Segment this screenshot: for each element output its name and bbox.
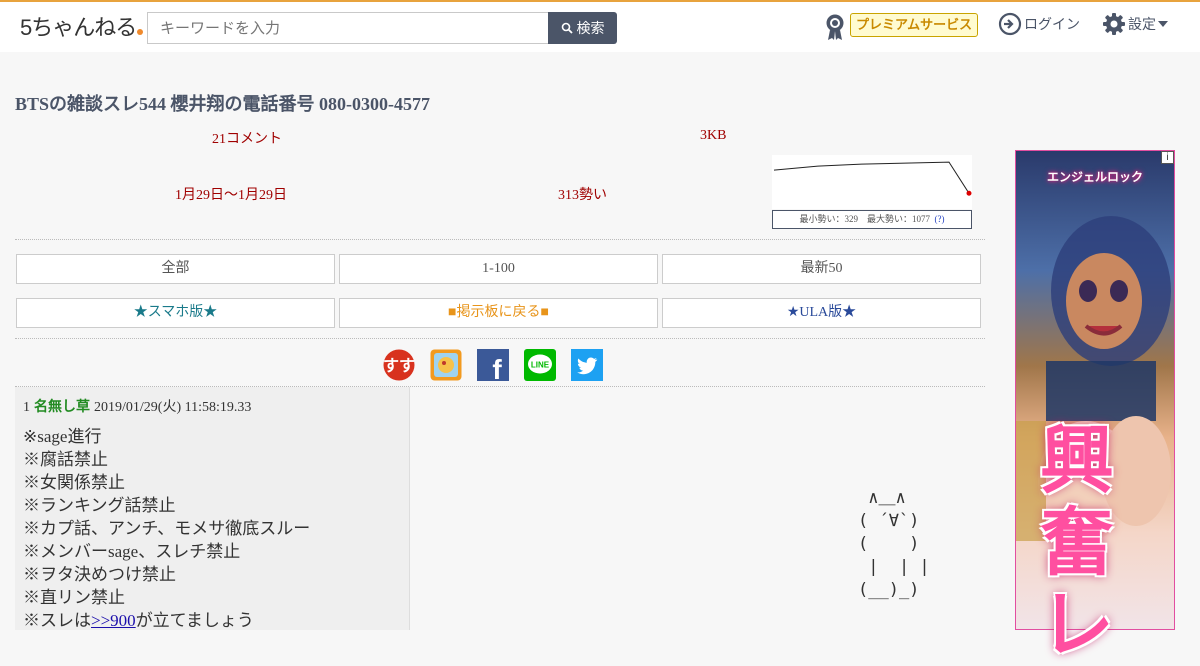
gear-icon (1103, 13, 1125, 35)
ad-headline: 興 奮 レ (1040, 419, 1114, 666)
ascii-art-cat: ∧＿∧ ( ´∀`) ( ) | | | (__)_) (858, 488, 930, 600)
post-line: ※カプ話、アンチ、モメサ徹底スルー (23, 519, 311, 538)
matome-icon[interactable]: すす (383, 349, 415, 381)
facebook-icon[interactable]: f (477, 349, 509, 381)
facebook-glyph: f (492, 354, 502, 381)
momentum-graph-endpoint (966, 190, 972, 196)
post-line: ※腐話禁止 (23, 450, 108, 469)
post-line: ※ヲタ決めつけ禁止 (23, 565, 176, 584)
line-icon[interactable]: LINE (524, 349, 556, 381)
comment-count: 21コメント (212, 132, 282, 147)
back-to-board-button[interactable]: ■掲示板に戻る■ (339, 298, 658, 328)
logo-dot (137, 29, 144, 35)
ad-brand-logo: エンジェルロック (1046, 170, 1143, 184)
post-header: 1 名無し草 2019/01/29(火) 11:58:19.33 (23, 396, 251, 416)
graph-max-label: 最大勢い：1077 (867, 214, 931, 224)
search-icon (561, 22, 573, 34)
logo-text: 5ちゃんねる (20, 15, 137, 40)
post-line: ※直リン禁止 (23, 588, 125, 607)
poster-name: 名無し草 (34, 400, 90, 415)
view-all-button[interactable]: 全部 (16, 254, 335, 284)
line-glyph: LINE (531, 361, 550, 370)
momentum-graph-caption: 最小勢い：329 最大勢い：1077 (?) (772, 210, 972, 229)
graph-help-link[interactable]: (?) (935, 214, 945, 224)
divider (15, 338, 985, 339)
reply-anchor-link[interactable]: >>900 (91, 611, 136, 630)
post-number[interactable]: 1 (23, 400, 30, 415)
thread-momentum: 313勢い (558, 188, 607, 203)
post-line-suffix: が立てましょう (135, 611, 254, 630)
login-label: ログイン (1024, 16, 1080, 32)
graph-min-label: 最小勢い：329 (799, 214, 858, 224)
settings-menu[interactable]: 設定 (1102, 12, 1168, 36)
post-line: ※メンバーsage、スレチ禁止 (23, 542, 241, 561)
ad-info-icon[interactable]: i (1161, 151, 1174, 164)
thread-dates: 1月29日〜1月29日 (175, 188, 287, 203)
settings-label: 設定 (1128, 16, 1156, 32)
search-button[interactable]: 検索 (548, 12, 617, 44)
smartphone-version-button[interactable]: ★スマホ版★ (16, 298, 335, 328)
premium-service-button[interactable]: プレミアムサービス (850, 13, 979, 37)
login-link[interactable]: ログイン (998, 12, 1080, 36)
search-input[interactable] (147, 12, 549, 44)
post-line: ※女関係禁止 (23, 473, 125, 492)
twitter-icon[interactable] (571, 349, 603, 381)
bookmark-icon[interactable] (430, 349, 462, 381)
post-body: ※sage進行 ※腐話禁止 ※女関係禁止 ※ランキング話禁止 ※カプ話、アンチ、… (23, 425, 310, 632)
thread-title: BTSの雑談スレ544 櫻井翔の電話番号 080-0300-4577 (15, 94, 431, 114)
search-button-label: 検索 (576, 20, 605, 36)
thread-size: 3KB (700, 128, 727, 143)
site-logo[interactable]: 5ちゃんねる (20, 10, 144, 42)
view-latest-50-button[interactable]: 最新50 (662, 254, 981, 284)
post-datetime: 2019/01/29(火) 11:58:19.33 (94, 400, 252, 415)
view-1-100-button[interactable]: 1-100 (339, 254, 658, 284)
login-icon (998, 12, 1022, 36)
post-line-prefix: ※スレは (23, 611, 91, 630)
post-line: ※sage進行 (23, 427, 102, 446)
post-line: ※ランキング話禁止 (23, 496, 176, 515)
svg-text:すす: すす (383, 357, 415, 375)
post-line: ※スレは>>900が立てましょう (23, 609, 310, 632)
premium-badge-icon (826, 14, 844, 40)
header-bar: 5ちゃんねる 検索 プレミアムサービス ログイン 設定 (0, 0, 1200, 52)
ula-version-button[interactable]: ★ULA版★ (662, 298, 981, 328)
caret-down-icon (1158, 21, 1168, 27)
divider (15, 239, 985, 240)
